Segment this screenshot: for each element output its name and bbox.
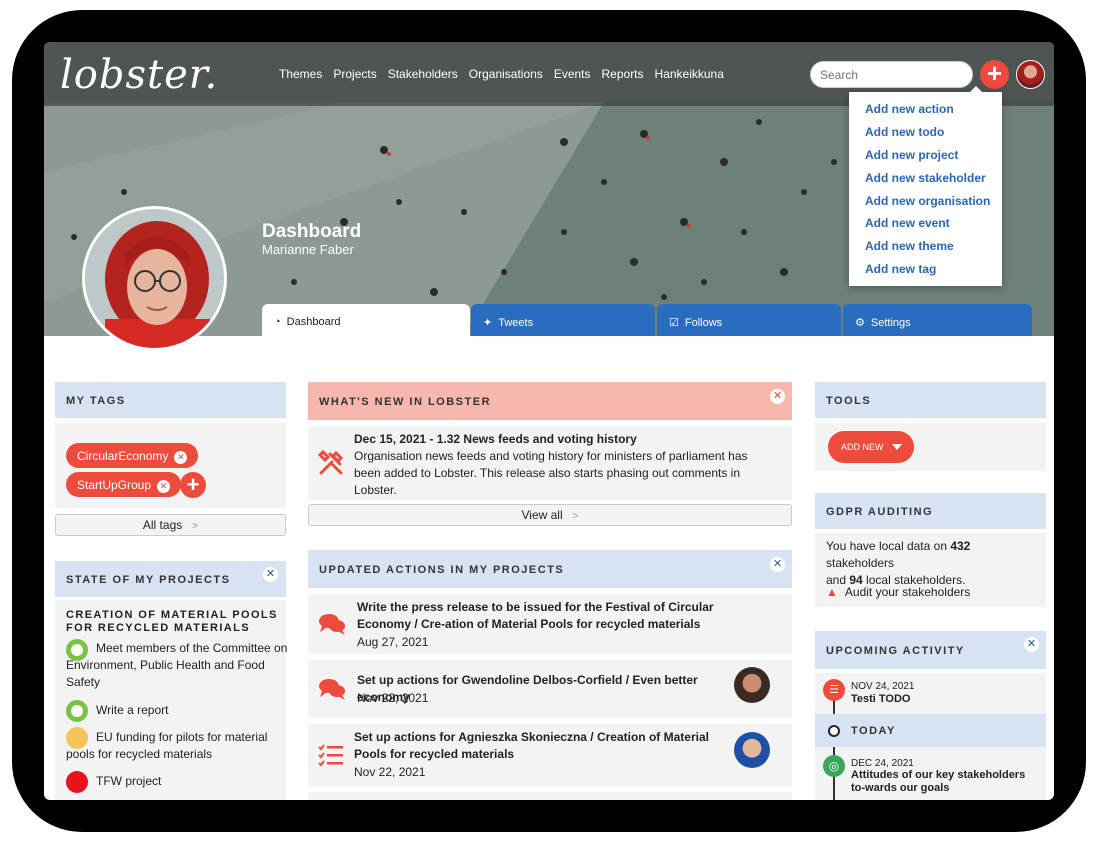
action-title[interactable]: Write the press release to be issued for… (357, 599, 767, 633)
upcoming-activity-header: UPCOMING ACTIVITY (815, 631, 1046, 669)
todo-icon: ☰ (823, 679, 845, 701)
stakeholder-avatar (734, 667, 770, 703)
page-subtitle: Marianne Faber (262, 242, 354, 257)
activity-title[interactable]: Testi TODO (851, 693, 911, 705)
checkbox-icon: ☑ (669, 317, 679, 329)
remove-tag-icon[interactable]: ✕ (157, 480, 171, 493)
action-row[interactable]: Set up actions for Agnieszka Skonieczna … (308, 724, 792, 786)
whats-new-header: WHAT'S NEW IN LOBSTER (308, 382, 792, 420)
add-new-plus-button[interactable]: + (980, 60, 1009, 89)
add-tag-button[interactable]: + (180, 472, 206, 498)
today-divider (815, 714, 1046, 747)
main-nav: Themes Projects Stakeholders Organisatio… (279, 67, 724, 81)
my-tags-header: MY TAGS (55, 382, 286, 418)
tab-tweets[interactable]: ✦ Tweets (471, 304, 655, 336)
whats-new-item: Dec 15, 2021 - 1.32 News feeds and votin… (308, 426, 792, 500)
close-icon[interactable]: ✕ (263, 567, 278, 582)
menu-add-stakeholder[interactable]: Add new stakeholder (849, 167, 1002, 190)
activity-date: NOV 24, 2021 (851, 681, 915, 692)
chevron-right-icon: > (572, 511, 579, 522)
nav-projects[interactable]: Projects (333, 67, 376, 81)
gear-icon: ⚙ (855, 317, 865, 329)
gdpr-header: GDPR AUDITING (815, 493, 1046, 529)
state-of-projects-header: STATE OF MY PROJECTS (55, 561, 286, 597)
close-icon[interactable]: ✕ (1024, 637, 1039, 652)
close-icon[interactable]: ✕ (770, 389, 785, 404)
caret-down-icon (892, 444, 902, 450)
action-row[interactable] (308, 792, 792, 800)
plus-icon: + (986, 58, 1003, 88)
today-label: TODAY (851, 725, 896, 737)
updated-actions-header: UPDATED ACTIONS IN MY PROJECTS (308, 550, 792, 588)
menu-add-organisation[interactable]: Add new organisation (849, 190, 1002, 213)
stakeholder-avatar (734, 732, 770, 768)
project-item[interactable]: Write a report (66, 702, 288, 719)
tools-header: TOOLS (815, 382, 1046, 418)
activity-title[interactable]: Attitudes of our key stakeholders to-war… (851, 769, 1036, 795)
menu-add-event[interactable]: Add new event (849, 212, 1002, 235)
tag-startup-group[interactable]: StartUpGroup ✕ (66, 472, 182, 497)
target-icon: ◎ (823, 755, 845, 777)
project-item[interactable]: EU funding for pilots for material pools… (66, 729, 288, 763)
view-all-button[interactable]: View all > (308, 504, 792, 526)
app-screen: lobster. Themes Projects Stakeholders Or… (44, 42, 1054, 800)
chevron-right-icon: > (192, 521, 199, 532)
action-title[interactable]: Set up actions for Agnieszka Skonieczna … (354, 729, 724, 763)
profile-photo (82, 206, 227, 351)
user-avatar[interactable] (1016, 60, 1045, 89)
add-new-dropdown: Add new action Add new todo Add new proj… (849, 86, 1002, 286)
action-row[interactable]: Set up actions for Gwendoline Delbos-Cor… (308, 660, 792, 718)
gdpr-text: You have local data on 432 stakeholders … (826, 539, 971, 587)
tab-dashboard[interactable]: ◔ Dashboard (262, 304, 470, 336)
nav-hankeikkuna[interactable]: Hankeikkuna (655, 67, 724, 81)
menu-add-project[interactable]: Add new project (849, 144, 1002, 167)
action-date: Nov 22, 2021 (357, 691, 429, 705)
menu-add-theme[interactable]: Add new theme (849, 235, 1002, 258)
search-input[interactable] (810, 61, 973, 88)
nav-reports[interactable]: Reports (602, 67, 644, 81)
tab-follows[interactable]: ☑ Follows (657, 304, 841, 336)
add-new-dropdown-button[interactable]: ADD NEW (828, 431, 914, 463)
today-marker-icon (828, 725, 840, 737)
tools-icon (318, 450, 344, 475)
project-item[interactable]: Meet members of the Committee on Environ… (66, 640, 288, 691)
activity-date: DEC 24, 2021 (851, 758, 914, 769)
news-body: Organisation news feeds and voting histo… (354, 449, 748, 497)
gauge-icon: ◔ (274, 316, 281, 328)
plus-icon: + (186, 472, 200, 497)
project-title: CREATION OF MATERIAL POOLS FOR RECYCLED … (66, 609, 278, 634)
checklist-icon (318, 744, 343, 766)
action-date: Aug 27, 2021 (357, 635, 429, 649)
twitter-icon: ✦ (483, 317, 493, 329)
news-title[interactable]: Dec 15, 2021 - 1.32 News feeds and votin… (354, 431, 774, 448)
close-icon[interactable]: ✕ (770, 557, 785, 572)
nav-stakeholders[interactable]: Stakeholders (388, 67, 458, 81)
menu-add-tag[interactable]: Add new tag (849, 258, 1002, 281)
lobster-logo[interactable]: lobster. (60, 52, 218, 98)
tab-settings[interactable]: ⚙ Settings (843, 304, 1032, 336)
nav-themes[interactable]: Themes (279, 67, 322, 81)
menu-add-todo[interactable]: Add new todo (849, 121, 1002, 144)
menu-add-action[interactable]: Add new action (849, 98, 1002, 121)
audit-stakeholders-link[interactable]: ▲ Audit your stakeholders (826, 584, 970, 601)
remove-tag-icon[interactable]: ✕ (174, 451, 188, 464)
comments-icon (319, 679, 345, 700)
audit-icon: ▲ (826, 585, 838, 599)
action-date: Nov 22, 2021 (354, 765, 426, 779)
comments-icon (319, 614, 345, 635)
tag-circular-economy[interactable]: CircularEconomy ✕ (66, 443, 199, 468)
nav-organisations[interactable]: Organisations (469, 67, 543, 81)
action-row[interactable]: Write the press release to be issued for… (308, 594, 792, 654)
all-tags-button[interactable]: All tags > (55, 514, 286, 536)
nav-events[interactable]: Events (554, 67, 591, 81)
project-item[interactable]: TFW project (66, 773, 288, 790)
page-title: Dashboard (262, 221, 362, 242)
